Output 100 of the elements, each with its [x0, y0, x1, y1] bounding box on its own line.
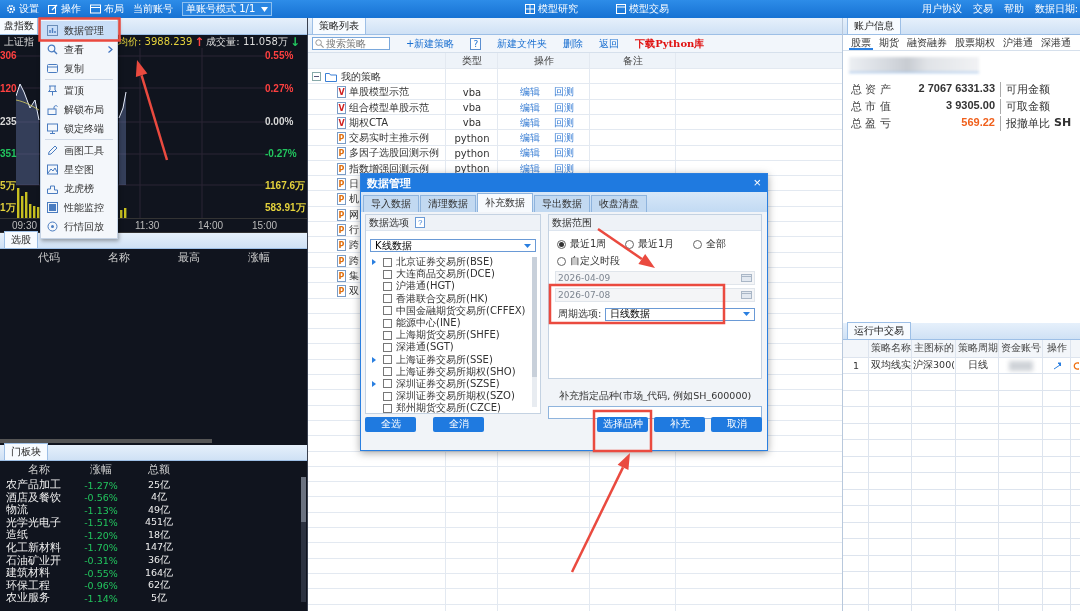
account-tab[interactable]: 股票: [849, 35, 873, 50]
scrollbar[interactable]: [532, 257, 537, 407]
module-tab[interactable]: 模型研究: [524, 2, 578, 16]
panel-tab[interactable]: 运行中交易: [847, 322, 911, 339]
tree-item[interactable]: 跨: [349, 253, 359, 268]
checkbox[interactable]: [383, 294, 392, 304]
dialog-button[interactable]: 全选: [365, 416, 416, 432]
panel-tab[interactable]: 选股: [4, 231, 38, 248]
panel-tab[interactable]: 门板块: [4, 443, 48, 460]
menu-item[interactable]: 行情回放: [41, 217, 117, 236]
action-link[interactable]: 回测: [554, 85, 574, 100]
radio-button[interactable]: [693, 239, 702, 249]
menu-button[interactable]: 操作: [48, 2, 81, 16]
menu-item[interactable]: 查看: [41, 40, 117, 59]
radio-button[interactable]: [625, 239, 634, 249]
checkbox[interactable]: [383, 306, 392, 316]
top-link[interactable]: 交易: [972, 2, 993, 16]
action-link[interactable]: 编辑: [520, 131, 540, 146]
menu-item[interactable]: 龙虎榜: [41, 179, 117, 198]
toolbar-link[interactable]: 返回: [599, 36, 620, 51]
period-dropdown[interactable]: 日线数据: [605, 307, 755, 321]
tree-item[interactable]: 日: [349, 177, 359, 191]
tree-item[interactable]: 期权CTA: [349, 115, 389, 130]
menu-item[interactable]: 星空图: [41, 160, 117, 179]
tree-item[interactable]: 网: [349, 207, 359, 222]
panel-tab[interactable]: 盘指数: [0, 18, 38, 34]
menu-item[interactable]: 锁定终端: [41, 119, 117, 138]
checkbox[interactable]: [383, 355, 392, 365]
action-link[interactable]: 编辑: [520, 161, 540, 176]
action-link[interactable]: 回测: [554, 131, 574, 146]
tree-item[interactable]: 跨: [349, 238, 359, 253]
action-link[interactable]: 编辑: [520, 146, 540, 161]
menu-item[interactable]: 复制: [41, 59, 117, 78]
data-type-dropdown[interactable]: K线数据: [370, 239, 536, 252]
tree-item[interactable]: 行: [349, 222, 359, 237]
account-tab[interactable]: 期货: [877, 35, 901, 50]
module-tab[interactable]: 模型交易: [615, 2, 669, 16]
checkbox[interactable]: [383, 330, 392, 340]
download-link[interactable]: 下载Python库: [635, 36, 705, 51]
checkbox[interactable]: [383, 379, 392, 389]
dialog-tab[interactable]: 补充数据: [477, 193, 533, 212]
account-mode-dropdown[interactable]: 单账号模式 1/1: [182, 2, 273, 16]
toolbar-link[interactable]: 删除: [563, 36, 584, 51]
dialog-tab[interactable]: 导出数据: [534, 195, 590, 212]
dialog-tab[interactable]: 收盘清盘: [591, 195, 647, 212]
action-link[interactable]: 编辑: [520, 115, 540, 130]
menu-item[interactable]: 置顶: [41, 81, 117, 100]
tree-item[interactable]: 单股模型示范: [349, 85, 409, 100]
action-link[interactable]: 编辑: [520, 85, 540, 100]
checkbox[interactable]: [383, 367, 392, 377]
panel-tab[interactable]: 账户信息: [847, 18, 901, 34]
action-link[interactable]: 编辑: [520, 100, 540, 115]
checkbox[interactable]: [383, 391, 392, 401]
menu-item[interactable]: 画图工具: [41, 141, 117, 160]
panel-tab[interactable]: 策略列表: [312, 18, 366, 34]
search-field[interactable]: 搜索策略: [312, 37, 390, 50]
checkbox[interactable]: [383, 269, 392, 279]
dialog-button[interactable]: 全消: [433, 416, 484, 432]
dialog-tab[interactable]: 导入数据: [363, 195, 419, 212]
checkbox[interactable]: [383, 403, 392, 413]
tree-item[interactable]: 集: [349, 268, 359, 283]
menu-button[interactable]: 设置: [6, 2, 39, 16]
expand-arrow-icon[interactable]: [372, 356, 376, 363]
help-button[interactable]: ?: [415, 217, 426, 228]
close-button[interactable]: ×: [753, 177, 761, 189]
toolbar-link[interactable]: 新建文件夹: [497, 36, 548, 51]
action-link[interactable]: 回测: [554, 115, 574, 130]
top-link[interactable]: 用户协议: [921, 2, 962, 16]
account-tab[interactable]: 沪港通: [1001, 35, 1035, 50]
checkbox[interactable]: [383, 342, 392, 352]
menu-item[interactable]: 解锁布局: [41, 100, 117, 119]
tree-item[interactable]: 我的策略: [341, 69, 381, 84]
help-button[interactable]: ?: [470, 37, 482, 50]
tree-item[interactable]: 机: [349, 192, 359, 207]
tree-item[interactable]: 交易实时主推示例: [349, 131, 429, 146]
checkbox[interactable]: [383, 281, 392, 291]
expand-arrow-icon[interactable]: [372, 259, 376, 266]
checkbox[interactable]: [383, 318, 392, 328]
account-tab[interactable]: 股票期权: [953, 35, 997, 50]
account-tab[interactable]: 深港通: [1039, 35, 1073, 50]
action-link[interactable]: 回测: [554, 146, 574, 161]
scrollbar[interactable]: [301, 477, 306, 602]
radio-button[interactable]: [557, 239, 566, 249]
toolbar-link[interactable]: +新建策略: [406, 36, 455, 51]
collapse-icon[interactable]: [312, 72, 321, 82]
top-link[interactable]: 帮助: [1003, 2, 1024, 16]
menu-button[interactable]: 布局: [90, 2, 124, 16]
tree-item[interactable]: 指数增强回测示例: [349, 161, 429, 176]
action-link[interactable]: 回测: [554, 161, 574, 176]
tree-item[interactable]: 组合模型单股示范: [349, 100, 429, 115]
tree-item[interactable]: 多因子选股回测示例: [349, 146, 439, 161]
checkbox[interactable]: [383, 257, 392, 267]
account-tab[interactable]: 融资融券: [905, 35, 949, 50]
dialog-tab[interactable]: 清理数据: [420, 195, 476, 212]
expand-arrow-icon[interactable]: [372, 380, 376, 387]
scrollbar[interactable]: [0, 439, 212, 443]
top-link[interactable]: 数据日期:: [1034, 2, 1078, 16]
menu-item[interactable]: 性能监控: [41, 198, 117, 217]
tree-item[interactable]: 双: [349, 284, 359, 299]
radio-button[interactable]: [557, 256, 566, 266]
